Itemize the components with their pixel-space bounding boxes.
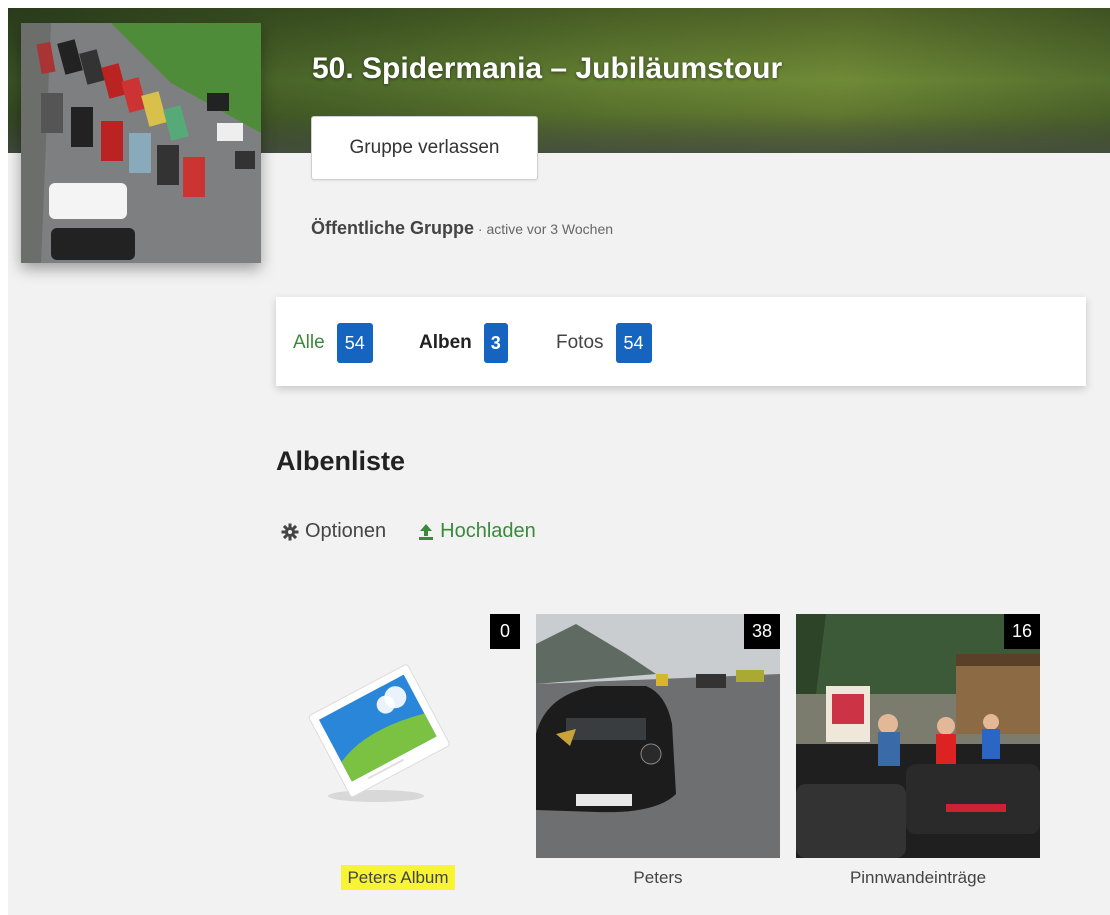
tab-albums[interactable]: Alben 3 [419, 323, 508, 363]
group-visibility: Öffentliche Gruppe [311, 218, 475, 238]
album-card-peters-album[interactable]: 0 [276, 614, 520, 858]
group-meta: Öffentliche Gruppe · active vor 3 Wochen [311, 218, 613, 239]
album-card-pinnwand[interactable]: 16 [796, 614, 1040, 858]
album-actions: Optionen Hochladen [281, 520, 536, 543]
upload-icon [418, 523, 434, 541]
leave-group-button[interactable]: Gruppe verlassen [311, 116, 538, 180]
tab-photos-label: Fotos [556, 332, 604, 353]
group-activity: · active vor 3 Wochen [474, 221, 614, 237]
options-label: Optionen [305, 520, 387, 542]
tab-albums-label: Alben [419, 332, 472, 353]
album-list-heading: Albenliste [276, 446, 406, 476]
album-thumbnail-photo [536, 614, 780, 858]
tab-all-count: 54 [336, 323, 373, 363]
avatar-photo [21, 23, 261, 263]
tab-photos-count: 54 [615, 323, 652, 363]
album-name-link[interactable]: Peters [536, 868, 780, 888]
album-name-highlighted: Peters Album [341, 865, 455, 890]
options-button[interactable]: Optionen [281, 520, 386, 543]
album-name-link[interactable]: Peters Album [276, 865, 520, 890]
tab-photos[interactable]: Fotos 54 [556, 323, 652, 363]
album-photo-count: 0 [490, 614, 520, 649]
placeholder-image-icon [308, 664, 450, 802]
album-card-peters[interactable]: 38 [536, 614, 780, 858]
filter-tabs: Alle 54 Alben 3 Fotos 54 [276, 297, 1086, 386]
tab-all[interactable]: Alle 54 [293, 323, 373, 363]
album-photo-count: 38 [743, 614, 780, 649]
album-thumbnail-photo [796, 614, 1040, 858]
gear-icon [281, 523, 299, 541]
group-avatar[interactable] [21, 23, 261, 263]
upload-label: Hochladen [440, 520, 536, 542]
upload-button[interactable]: Hochladen [418, 520, 536, 543]
page: 50. Spidermania – Jubiläumstour Gruppe v… [8, 8, 1110, 915]
album-photo-count: 16 [1003, 614, 1040, 649]
tab-albums-count: 3 [483, 323, 508, 363]
album-name-link[interactable]: Pinnwandeinträge [796, 868, 1040, 888]
tab-all-label: Alle [293, 332, 325, 353]
group-title: 50. Spidermania – Jubiläumstour [312, 52, 783, 85]
